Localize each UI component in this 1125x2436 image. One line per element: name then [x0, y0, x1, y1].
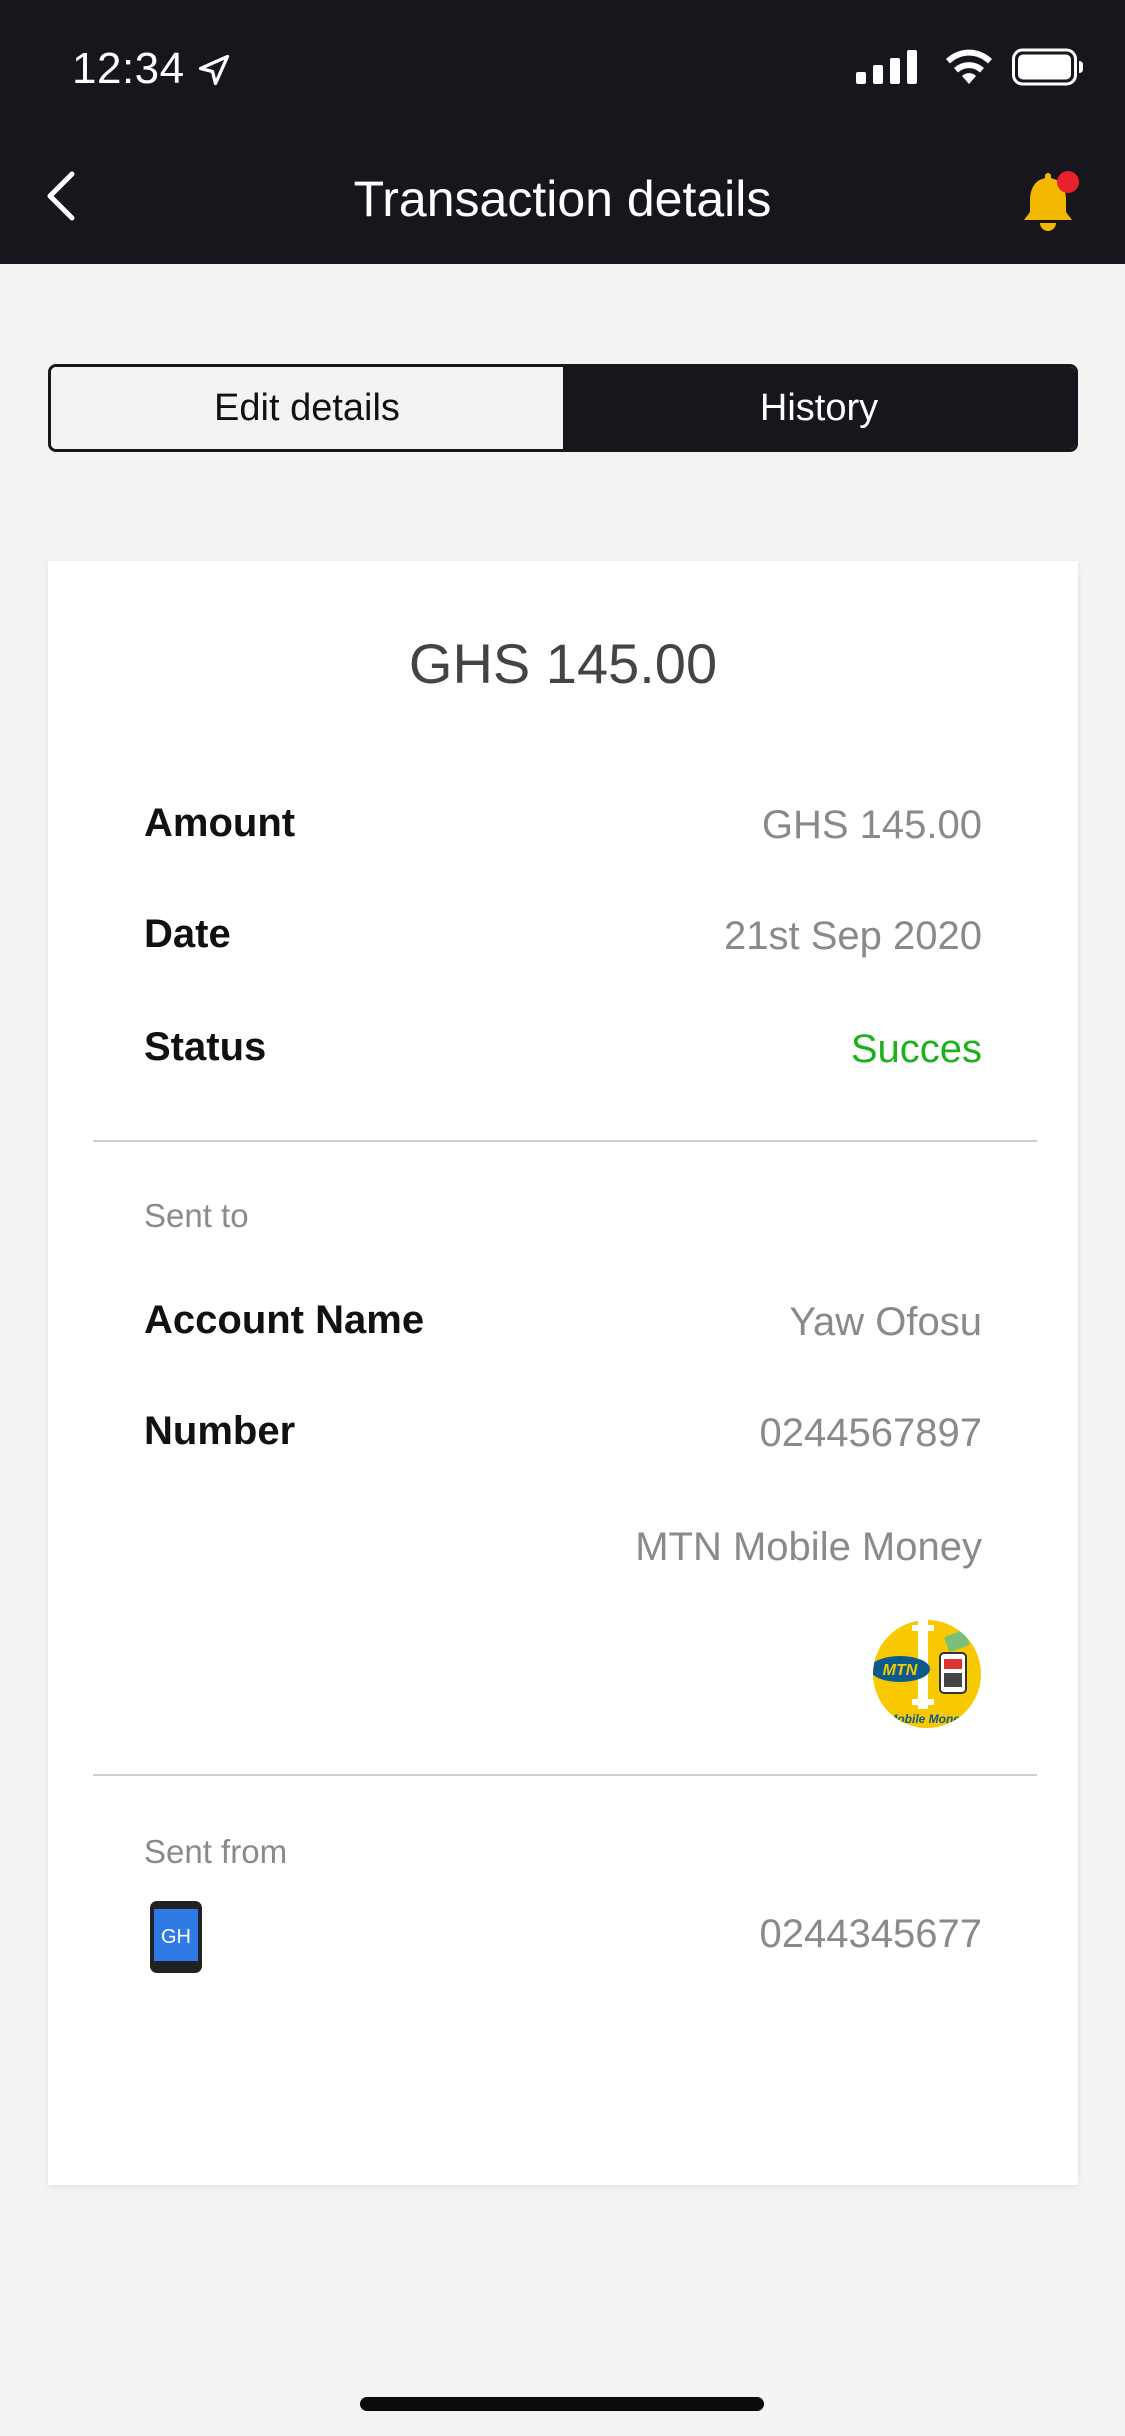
location-arrow-icon: [198, 54, 230, 86]
date-value: 21st Sep 2020: [724, 914, 982, 958]
mtn-logo-text: MTN: [883, 1662, 918, 1679]
page-title: Transaction details: [353, 171, 772, 227]
network-name: MTN Mobile Money: [635, 1525, 982, 1569]
amount-label: Amount: [144, 801, 296, 845]
transaction-card: GHS 145.00 Amount GHS 145.00 Date 21st S…: [48, 561, 1078, 2185]
bell-icon[interactable]: [1018, 168, 1082, 238]
sent-from-label: Sent from: [144, 1833, 288, 1870]
home-indicator[interactable]: [360, 2397, 764, 2411]
sent-to-label: Sent to: [144, 1197, 249, 1234]
phone-badge-text: GH: [161, 1926, 191, 1948]
status-value: Succes: [850, 1027, 982, 1071]
wifi-icon: [946, 49, 992, 84]
status-label: Status: [144, 1025, 267, 1069]
date-label: Date: [144, 912, 231, 956]
account-name-label: Account Name: [144, 1298, 425, 1342]
account-name-value: Yaw Ofosu: [789, 1300, 982, 1344]
divider: [93, 1140, 1037, 1142]
status-time: 12:34: [72, 44, 185, 93]
details-tab-switcher: Edit details History: [48, 364, 1078, 452]
tab-edit-details[interactable]: Edit details: [51, 367, 563, 449]
mtn-mobile-money-logo: MTN Mobile Money: [873, 1620, 981, 1728]
signal-icon: [856, 50, 917, 84]
number-label: Number: [144, 1409, 296, 1453]
amount-value: GHS 145.00: [761, 803, 982, 847]
phone-icon: GH: [150, 1901, 202, 1973]
battery-icon: [1012, 48, 1083, 86]
headline-amount: GHS 145.00: [408, 632, 718, 695]
sent-from-number: 0244345677: [759, 1912, 982, 1956]
mtn-logo-subtext: Mobile Money: [887, 1712, 968, 1726]
number-value: 0244567897: [759, 1411, 982, 1455]
tab-history[interactable]: History: [563, 367, 1075, 449]
top-bar: 12:34 Transaction details: [0, 0, 1125, 264]
divider: [93, 1774, 1037, 1776]
